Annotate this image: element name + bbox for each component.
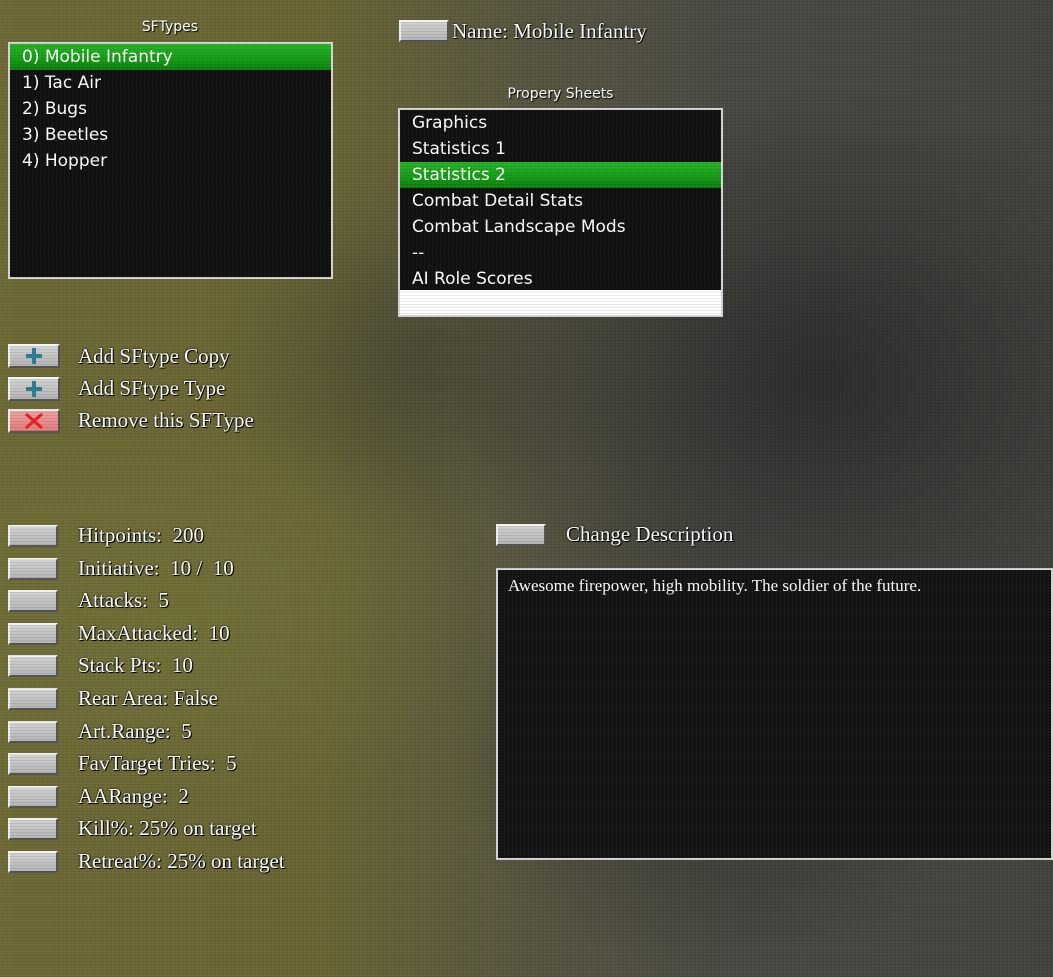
change-description-button[interactable] — [496, 524, 546, 546]
rename-button[interactable] — [399, 20, 449, 42]
sftype-list-item[interactable]: 2) Bugs — [10, 96, 331, 122]
stat-row: Retreat%: 25% on target — [8, 849, 408, 874]
property-sheet-item[interactable]: Graphics — [400, 110, 721, 136]
sftypes-title: SFTypes — [141, 19, 199, 35]
stat-label: Stack Pts: 10 — [78, 653, 193, 678]
stat-label: FavTarget Tries: 5 — [78, 751, 237, 776]
stat-edit-button[interactable] — [8, 785, 58, 808]
remove-sftype-button[interactable] — [8, 409, 60, 433]
add-sftype-type-button[interactable] — [8, 377, 60, 401]
stat-edit-button[interactable] — [8, 818, 58, 841]
listbox-empty-area — [400, 290, 721, 315]
stat-row: Attacks: 5 — [8, 588, 408, 613]
stat-edit-button[interactable] — [8, 590, 58, 613]
sftype-list-item[interactable]: 0) Mobile Infantry — [10, 44, 331, 70]
add-sftype-copy-button[interactable] — [8, 344, 60, 368]
close-icon — [25, 412, 43, 430]
property-sheet-item[interactable]: Combat Detail Stats — [400, 188, 721, 214]
property-sheets-title: Propery Sheets — [507, 86, 614, 102]
stat-edit-button[interactable] — [8, 720, 58, 743]
name-label: Name: Mobile Infantry — [452, 19, 647, 43]
stat-edit-button[interactable] — [8, 655, 58, 678]
property-sheet-item[interactable]: AI Role Scores — [400, 266, 721, 292]
stat-row: Hitpoints: 200 — [8, 523, 408, 548]
sftype-list-item[interactable]: 3) Beetles — [10, 122, 331, 148]
description-text: Awesome firepower, high mobility. The so… — [508, 576, 922, 595]
plus-icon — [26, 348, 42, 364]
stat-row: Stack Pts: 10 — [8, 653, 408, 678]
remove-sftype-label[interactable]: Remove this SFType — [78, 408, 254, 433]
stat-label: Retreat%: 25% on target — [78, 849, 285, 873]
sftype-list-item[interactable]: 1) Tac Air — [10, 70, 331, 96]
property-sheet-item[interactable]: Statistics 2 — [400, 162, 721, 188]
sftypes-listbox[interactable]: 0) Mobile Infantry 1) Tac Air 2) Bugs 3) Be… — [8, 42, 333, 279]
stat-row: Art.Range: 5 — [8, 718, 408, 744]
stat-edit-button[interactable] — [8, 525, 58, 547]
stat-row: Rear Area: False — [8, 686, 408, 711]
stat-label: MaxAttacked: 10 — [78, 620, 230, 645]
stat-label: Rear Area: False — [78, 686, 218, 710]
stat-label: AARange: 2 — [78, 783, 189, 808]
property-sheet-item[interactable]: -- — [400, 240, 721, 266]
plus-icon — [26, 381, 42, 397]
property-sheets-listbox[interactable]: Graphics Statistics 1 Statistics 2 Combat D… — [398, 108, 723, 317]
stat-label: Initiative: 10 / 10 — [78, 555, 234, 580]
sftype-list-item[interactable]: 4) Hopper — [10, 148, 331, 174]
change-description-label: Change Description — [566, 522, 734, 546]
property-sheet-item[interactable]: Combat Landscape Mods — [400, 214, 721, 240]
stat-row: AARange: 2 — [8, 783, 408, 809]
add-sftype-type-label[interactable]: Add SFtype Type — [78, 376, 225, 401]
stat-row: FavTarget Tries: 5 — [8, 751, 408, 776]
stat-edit-button[interactable] — [8, 557, 58, 580]
add-sftype-copy-label[interactable]: Add SFtype Copy — [78, 344, 230, 369]
stat-edit-button[interactable] — [8, 622, 58, 645]
stat-row: Initiative: 10 / 10 — [8, 555, 408, 581]
stat-label: Hitpoints: 200 — [78, 523, 205, 547]
stat-row: MaxAttacked: 10 — [8, 620, 408, 646]
stat-label: Art.Range: 5 — [78, 718, 192, 743]
stat-edit-button[interactable] — [8, 688, 58, 710]
stat-label: Attacks: 5 — [78, 588, 169, 613]
stat-label: Kill%: 25% on target — [78, 816, 257, 841]
property-sheet-item[interactable]: Statistics 1 — [400, 136, 721, 162]
stat-edit-button[interactable] — [8, 753, 58, 776]
stat-edit-button[interactable] — [8, 851, 58, 873]
description-box[interactable]: Awesome firepower, high mobility. The so… — [496, 568, 1053, 860]
stat-row: Kill%: 25% on target — [8, 816, 408, 841]
